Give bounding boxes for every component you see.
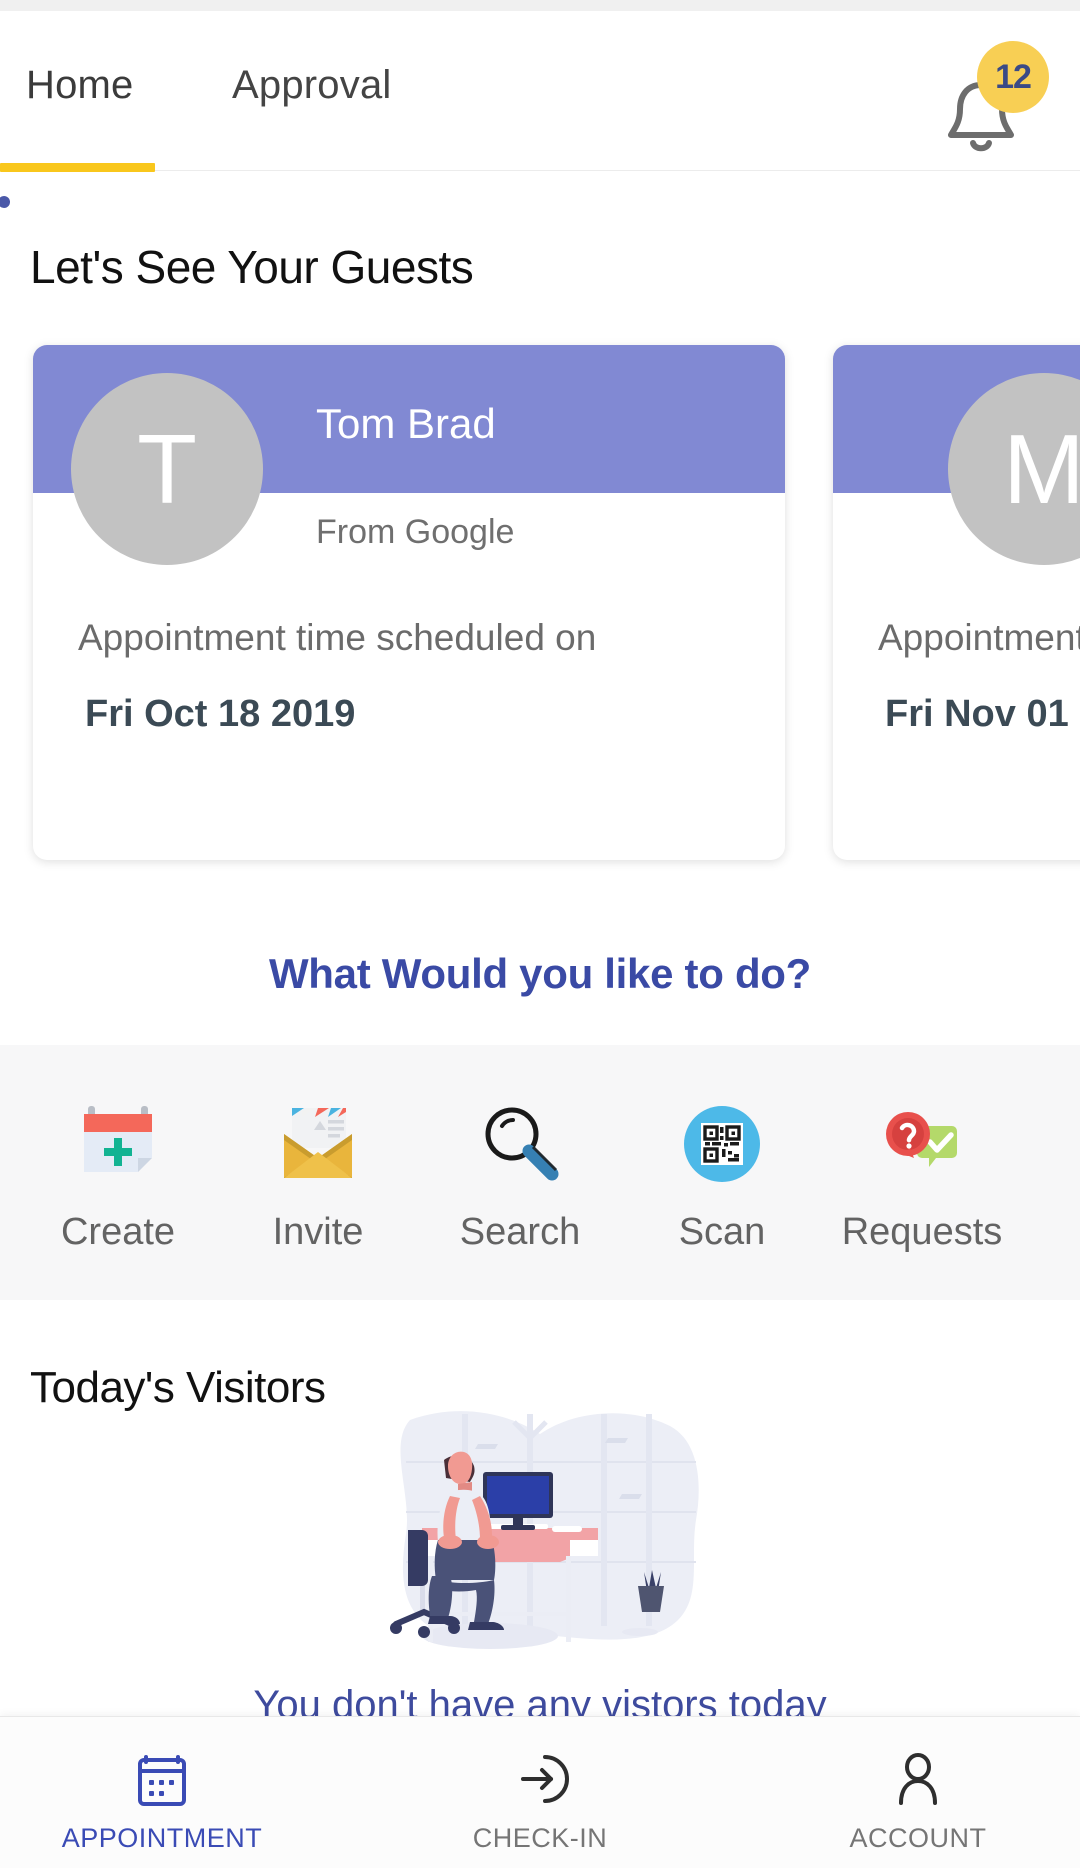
appointment-date: Fri Nov 01 2019	[885, 693, 1080, 735]
status-bar	[0, 0, 1080, 11]
action-prompt-text: What Would you like to do?	[268, 950, 812, 997]
quick-action-invite[interactable]: Invite	[218, 1095, 418, 1254]
person-icon	[738, 1739, 1080, 1819]
quick-action-label: Create	[60, 1211, 176, 1253]
bottom-nav-label: APPOINTMENT	[61, 1823, 263, 1853]
quick-action-label: Scan	[678, 1211, 766, 1253]
appointment-label: Appointment time scheduled on	[878, 617, 1080, 658]
top-tab-bar: Home Approval 12	[0, 11, 1080, 172]
notification-bell-button[interactable]: 12	[935, 41, 1049, 152]
bottom-nav-checkin[interactable]: CHECK-IN	[360, 1739, 720, 1854]
active-tab-indicator	[0, 163, 155, 172]
bottom-navigation-bar: APPOINTMENT CHECK-IN ACCOUNT	[0, 1716, 1080, 1868]
quick-action-label: Requests	[841, 1211, 1003, 1253]
magnifier-icon	[420, 1095, 620, 1193]
quick-action-create[interactable]: Create	[18, 1095, 218, 1254]
arrow-enter-circle-icon	[360, 1739, 720, 1819]
notification-badge: 12	[977, 41, 1049, 113]
quick-action-scan[interactable]: Scan	[622, 1095, 822, 1254]
guests-section-title: Let's See Your Guests	[30, 241, 474, 293]
question-check-bubbles-icon	[822, 1095, 1022, 1193]
quick-action-label: Search	[459, 1211, 581, 1253]
person-at-desk-illustration	[370, 1400, 710, 1675]
tab-approval[interactable]: Approval	[232, 63, 391, 108]
calendar-plus-icon	[18, 1095, 218, 1193]
guest-cards-carousel[interactable]: T Tom Brad From Google Appointment time …	[0, 345, 1080, 870]
bottom-nav-account[interactable]: ACCOUNT	[738, 1739, 1080, 1854]
appointment-date: Fri Oct 18 2019	[85, 693, 356, 735]
quick-action-requests[interactable]: Requests	[822, 1095, 1022, 1254]
guest-name: Tom Brad	[316, 400, 496, 447]
bottom-nav-appointment[interactable]: APPOINTMENT	[0, 1739, 342, 1854]
qr-code-scan-icon	[622, 1095, 822, 1193]
guest-card[interactable]: T Tom Brad From Google Appointment time …	[33, 345, 785, 860]
tab-home[interactable]: Home	[26, 63, 134, 108]
avatar: T	[71, 373, 263, 565]
bottom-nav-label: ACCOUNT	[849, 1823, 987, 1853]
quick-action-search[interactable]: Search	[420, 1095, 620, 1254]
quick-actions-bar: Create Invite Search Scan Requests	[0, 1045, 1080, 1300]
quick-action-label: Invite	[272, 1211, 364, 1253]
app-screen: Home Approval 12 Let's See Your Guests T…	[0, 0, 1080, 1868]
guest-company: From Google	[316, 513, 515, 551]
guest-card[interactable]: M Appointment time scheduled on Fri Nov …	[833, 345, 1080, 860]
visitors-section-title: Today's Visitors	[30, 1363, 326, 1412]
calendar-icon	[0, 1739, 342, 1819]
edge-decoration-dot	[0, 196, 10, 208]
envelope-letter-icon	[218, 1095, 418, 1193]
appointment-label: Appointment time scheduled on	[78, 617, 597, 658]
bottom-nav-label: CHECK-IN	[472, 1823, 608, 1853]
